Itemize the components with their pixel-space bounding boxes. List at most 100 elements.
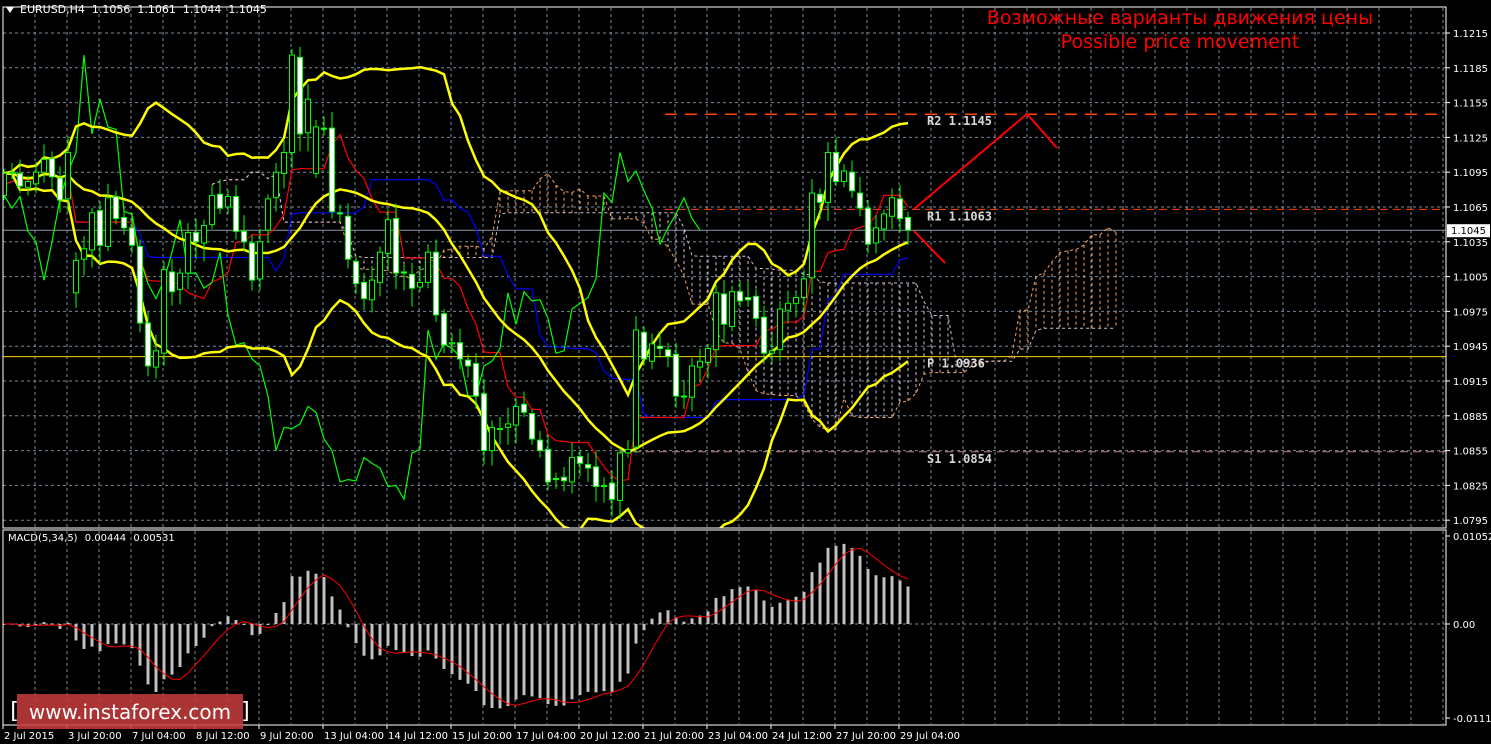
candle [561,466,567,492]
price-axis-label: 1.1005 [1453,273,1488,284]
candle-body [769,350,775,354]
watermark-text: www.instaforex.com [28,699,232,724]
candle [305,84,311,152]
candle [73,252,79,308]
macd-bar [826,547,830,624]
macd-bar [866,569,870,624]
candle-body [129,227,135,246]
candle [369,266,375,313]
time-axis-label: 8 Jul 12:00 [196,731,250,742]
candle [729,285,735,332]
candle-body [841,170,847,182]
candle [233,184,239,240]
candle-body [169,271,175,293]
candle-body [273,171,279,199]
candle-body [609,482,615,500]
instaforex-watermark[interactable]: [ www.instaforex.com ] [10,694,250,729]
candle [761,305,767,363]
price-axis-label: 1.1125 [1453,133,1488,144]
candle [481,378,487,465]
macd-bar [178,624,182,668]
candle-body [889,197,895,217]
macd-bar [530,624,534,697]
candle-body [817,193,823,203]
candle-body [673,353,679,397]
macd-bar [578,624,582,695]
macd-bar [458,624,462,680]
macd-bar [138,624,142,666]
annotation-english: Possible price movement [1060,31,1300,53]
candle [881,209,887,241]
macd-bar [146,624,150,685]
macd-bar [858,555,862,624]
macd-bar [618,624,622,682]
chart-canvas[interactable]: R2 1.1145 R1 1.1063 P 1.0936 S1 1.0854 1.12… [0,0,1491,744]
candle-body [225,196,231,208]
candle-body [241,230,247,243]
candle-body [33,171,39,185]
macd-bar [90,624,94,647]
macd-axis-label: -0.01115 [1453,714,1491,725]
chart-menu-icon[interactable] [6,6,14,13]
macd-bar [570,624,574,700]
macd-bar [738,587,742,624]
candle [577,449,583,477]
macd-bar [82,624,86,649]
candle-body [97,209,103,246]
macd-bar [242,624,246,625]
candle [417,266,423,292]
macd-bar [802,591,806,624]
macd-bar [98,624,102,652]
level-label-r2: R2 1.1145 [927,114,992,128]
candle [281,138,287,189]
candle [129,212,135,254]
candle-body [905,216,911,231]
time-axis-label: 2 Jul 2015 [4,731,54,742]
candle-body [713,292,719,351]
candle-body [249,242,255,281]
candle-body [281,151,287,174]
candle-body [113,196,119,220]
candle-body [761,316,767,354]
macd-bar [202,624,206,638]
time-axis-label: 20 Jul 12:00 [580,731,640,742]
candle [313,120,319,178]
candle-body [601,484,607,488]
macd-bar [378,624,382,656]
candle [681,379,687,409]
chikou-span-line [3,54,701,502]
candle-body [665,349,671,358]
macd-bar [322,576,326,624]
candle-body [345,215,351,260]
candle [753,289,759,327]
macd-bar [394,624,398,651]
candle [697,348,703,383]
macd-panel [3,543,910,709]
candle [625,440,631,458]
macd-bar [370,624,374,660]
candle-body [465,359,471,367]
macd-bar [482,624,486,706]
candle [361,273,367,311]
candle [97,201,103,264]
macd-bar [130,624,134,649]
candle-body [233,196,239,232]
candle-body [873,227,879,244]
macd-bar [754,590,758,624]
candle-body [369,279,375,301]
candle-body [489,426,495,452]
macd-bar [554,624,558,706]
macd-signal-value: 0.00531 [133,533,175,544]
candle-body [25,180,31,188]
macd-bar [714,597,718,624]
candle-body [881,213,887,230]
macd-bar [58,624,62,629]
macd-main-value: 0.00444 [84,533,127,544]
candle [497,416,503,445]
macd-bar [658,612,662,624]
watermark-close-bracket: ] [241,699,250,724]
candle [513,398,519,444]
candle [465,354,471,378]
candle-body [121,216,127,229]
macd-bar [602,624,606,692]
